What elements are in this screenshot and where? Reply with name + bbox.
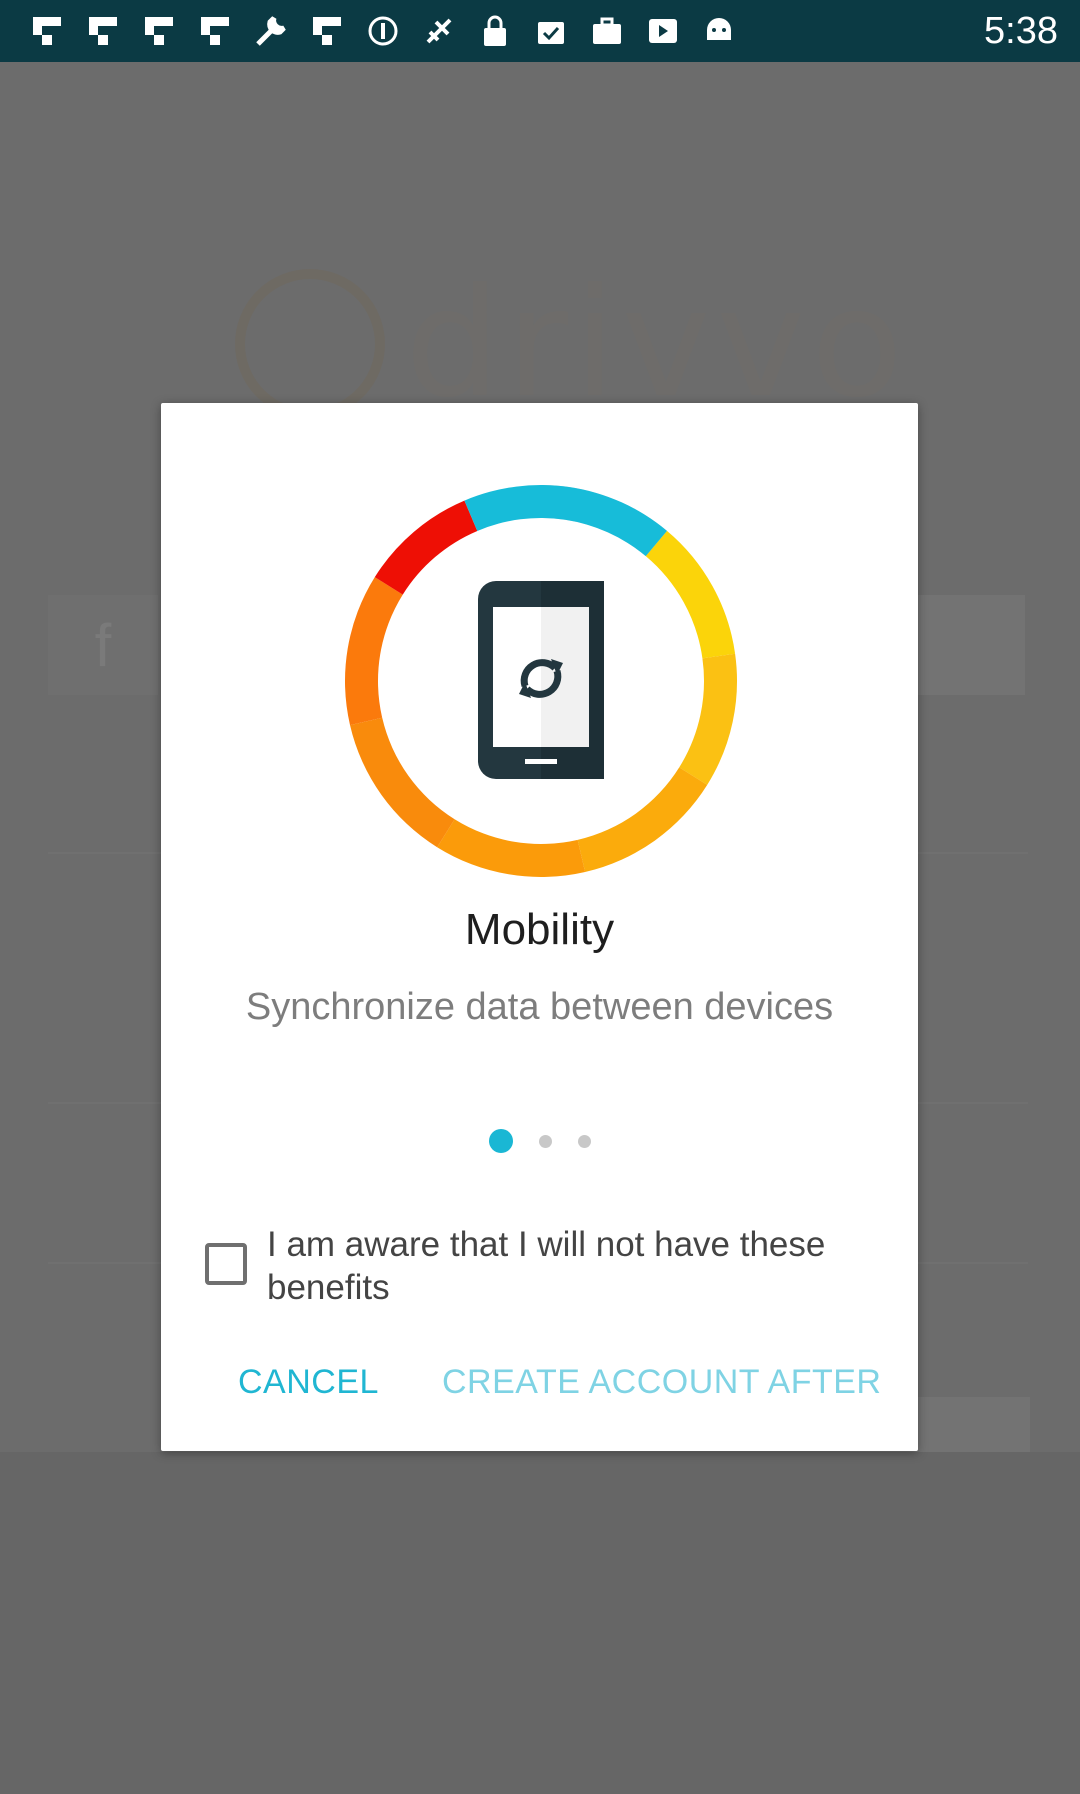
cancel-button[interactable]: CANCEL <box>238 1363 379 1402</box>
ring-segment <box>577 767 708 872</box>
wrench-icon <box>252 12 290 50</box>
create-account-after-button[interactable]: CREATE ACCOUNT AFTER <box>442 1363 881 1402</box>
status-bar: 5:38 <box>0 0 1080 62</box>
ring-segment <box>350 717 455 848</box>
background-lower <box>0 1452 1080 1794</box>
facebook-login-button: f <box>48 595 158 695</box>
page-dot-active[interactable] <box>488 1129 513 1153</box>
fake-gps-icon <box>420 12 458 50</box>
awareness-checkbox-label[interactable]: I am aware that I will not have these be… <box>267 1223 885 1309</box>
phone-sync-icon <box>345 485 737 877</box>
flipboard-icon <box>140 12 178 50</box>
dialog-title: Mobility <box>464 905 615 954</box>
notification-icons <box>28 12 738 50</box>
background-button <box>915 595 1025 695</box>
awareness-checkbox[interactable] <box>205 1243 247 1285</box>
logo-mark <box>235 269 385 419</box>
android-icon <box>700 12 738 50</box>
page-dot[interactable] <box>538 1134 552 1148</box>
awareness-checkbox-row[interactable]: I am aware that I will not have these be… <box>205 1223 885 1309</box>
ring-segment <box>374 500 478 595</box>
page-dot[interactable] <box>577 1134 591 1148</box>
ring-segment <box>679 653 737 785</box>
clock: 5:38 <box>984 10 1058 52</box>
info-icon <box>364 12 402 50</box>
ring-segment <box>437 819 586 877</box>
ring-segment <box>464 485 667 557</box>
ring-segment <box>645 530 736 659</box>
dialog-actions: CANCEL CREATE ACCOUNT AFTER <box>161 1363 918 1423</box>
phone-illustration <box>478 581 604 779</box>
page-indicator <box>161 1129 918 1153</box>
flipboard-icon <box>84 12 122 50</box>
flipboard-icon <box>196 12 234 50</box>
dialog-subtitle: Synchronize data between devices <box>245 986 834 1028</box>
play-icon <box>644 12 682 50</box>
onboarding-dialog: Mobility Synchronize data between device… <box>161 403 918 1451</box>
briefcase-icon <box>588 12 626 50</box>
clipboard-check-icon <box>532 12 570 50</box>
flipboard-icon <box>28 12 66 50</box>
ring-segment <box>345 577 403 726</box>
lock-icon <box>476 12 514 50</box>
flipboard-icon <box>308 12 346 50</box>
